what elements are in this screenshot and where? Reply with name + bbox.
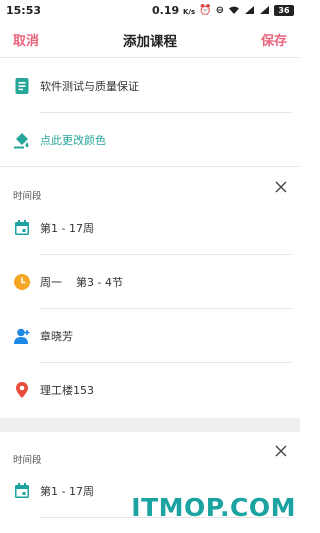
room-name: 理工楼153 bbox=[40, 384, 94, 397]
status-time: 15:53 bbox=[6, 3, 42, 17]
divider bbox=[40, 112, 292, 113]
section-divider bbox=[0, 166, 300, 167]
room-row[interactable]: 理工楼153 bbox=[0, 364, 300, 416]
change-color-row[interactable]: 点此更改颜色 bbox=[0, 114, 300, 166]
watermark-logo: ITMOP.COM bbox=[131, 493, 296, 522]
signal-icon bbox=[245, 6, 254, 14]
network-speed: 0.19 K/s bbox=[152, 3, 196, 17]
calendar-icon-2 bbox=[15, 483, 29, 498]
save-button[interactable]: 保存 bbox=[261, 30, 287, 49]
calendar-icon bbox=[15, 220, 29, 235]
time-slot-label-2: 时间段 bbox=[13, 455, 42, 466]
divider bbox=[40, 254, 292, 255]
teacher-name: 章晓芳 bbox=[40, 330, 73, 343]
change-color-link[interactable]: 点此更改颜色 bbox=[40, 132, 106, 148]
divider bbox=[40, 362, 292, 363]
course-name: 软件测试与质量保证 bbox=[40, 80, 139, 93]
day-period-row[interactable]: 周一 第3 - 4节 bbox=[0, 256, 300, 308]
course-name-row[interactable]: 软件测试与质量保证 bbox=[0, 60, 300, 112]
time-slot-label: 时间段 bbox=[13, 191, 42, 202]
weeks-range: 第1 - 17周 bbox=[40, 222, 94, 235]
battery-icon: 36 bbox=[274, 4, 294, 16]
alarm-icon: ⏰ bbox=[199, 4, 212, 16]
close-icon-2[interactable] bbox=[274, 444, 288, 458]
location-pin-icon bbox=[16, 382, 28, 398]
person-add-icon bbox=[14, 328, 30, 344]
cancel-button[interactable]: 取消 bbox=[13, 30, 39, 49]
paint-bucket-icon bbox=[14, 133, 29, 149]
dnd-icon: ⊖ bbox=[215, 4, 224, 16]
status-bar: 15:53 0.19 K/s ⏰ ⊖ 36 bbox=[0, 0, 300, 20]
divider bbox=[40, 308, 292, 309]
signal-icon-2 bbox=[260, 6, 269, 14]
section-separator bbox=[0, 418, 300, 432]
document-icon bbox=[15, 78, 29, 94]
day-period: 周一 第3 - 4节 bbox=[40, 276, 123, 289]
title-bar: 取消 添加课程 保存 bbox=[0, 22, 300, 58]
weeks-range-2: 第1 - 17周 bbox=[40, 485, 94, 498]
teacher-row[interactable]: 章晓芳 bbox=[0, 310, 300, 362]
clock-icon bbox=[14, 274, 30, 290]
status-right-group: 0.19 K/s ⏰ ⊖ 36 bbox=[152, 4, 294, 17]
close-icon[interactable] bbox=[274, 180, 288, 194]
weeks-row[interactable]: 第1 - 17周 bbox=[0, 202, 300, 254]
page-title: 添加课程 bbox=[123, 33, 177, 50]
wifi-icon bbox=[229, 6, 239, 14]
